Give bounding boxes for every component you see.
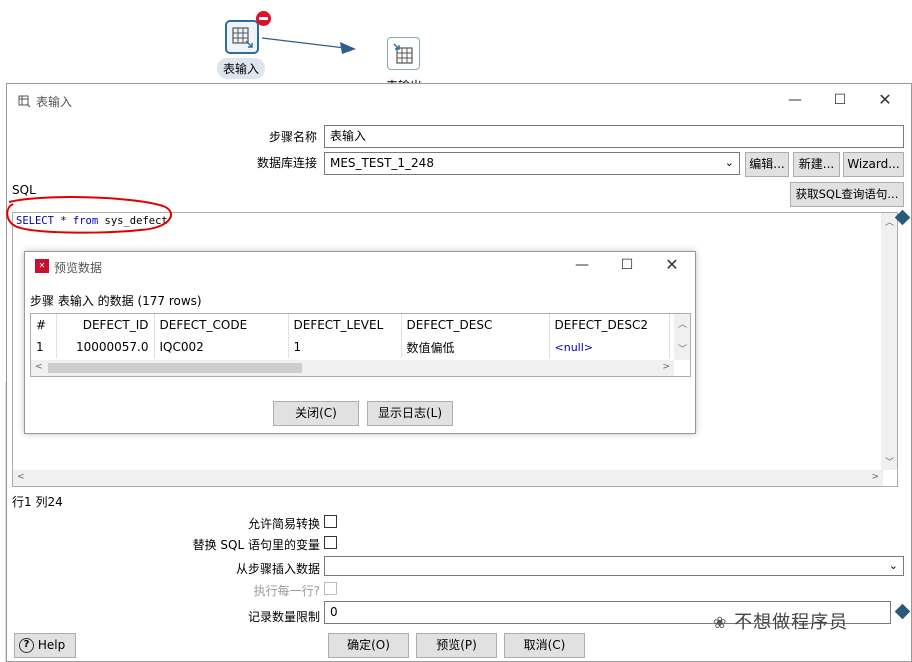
column-header[interactable]: DEFECT_CODE xyxy=(154,314,289,336)
kettle-logo-icon: ✕ xyxy=(35,259,49,273)
watermark-text: 不想做程序员 xyxy=(734,612,849,633)
hop-arrow xyxy=(261,37,356,54)
variable-diamond-icon xyxy=(894,603,911,620)
table-row[interactable]: 1 10000057.0 IQC002 1 数值偏低 <null> xyxy=(31,336,670,358)
chevron-down-icon: ⌄ xyxy=(888,559,898,572)
table-output-step[interactable] xyxy=(387,37,420,70)
insert-from-step-label: 从步骤插入数据 xyxy=(235,562,320,576)
new-connection-button[interactable]: 新建... xyxy=(793,152,840,177)
step-name-label: 步骤名称 xyxy=(268,130,317,144)
help-label: Help xyxy=(37,638,66,652)
insert-from-step-select[interactable]: ⌄ xyxy=(324,556,904,576)
scrollbar-thumb[interactable] xyxy=(48,363,302,373)
table-cell: 1 xyxy=(31,336,57,358)
ok-button[interactable]: 确定(O) xyxy=(328,633,409,658)
column-header[interactable]: DEFECT_LEVEL xyxy=(288,314,402,336)
preview-maximize-button[interactable]: ☐ xyxy=(617,255,637,275)
step2-label: 表输出 xyxy=(380,73,428,83)
table-input-dialog: 表输入 — ☐ ✕ 步骤名称 表输入 数据库连接 MES_TEST_1_248 … xyxy=(6,83,912,662)
scroll-down-icon[interactable]: ﹀ xyxy=(885,455,894,468)
preview-minimize-button[interactable]: — xyxy=(572,255,592,275)
table-input-icon xyxy=(232,27,253,48)
red-annotation-circle xyxy=(6,196,173,234)
preview-grid: # DEFECT_ID DEFECT_CODE DEFECT_LEVEL DEF… xyxy=(30,313,691,377)
allow-lazy-conversion-checkbox[interactable] xyxy=(324,515,337,528)
scroll-up-icon[interactable]: ︿ xyxy=(678,317,687,330)
wizard-button[interactable]: Wizard... xyxy=(843,152,904,177)
column-header[interactable]: DEFECT_ID xyxy=(56,314,155,336)
replace-variables-label: 替换 SQL 语句里的变量 xyxy=(192,538,320,552)
chevron-down-icon: ⌄ xyxy=(724,156,734,169)
dialog-titlebar: 表输入 — ☐ ✕ xyxy=(7,84,911,118)
get-sql-button[interactable]: 获取SQL查询语句... xyxy=(790,182,904,207)
sql-vertical-scrollbar[interactable]: ︿ ﹀ xyxy=(881,213,897,470)
close-button[interactable]: ✕ xyxy=(875,90,895,110)
replace-variables-checkbox[interactable] xyxy=(324,536,337,549)
edit-connection-button[interactable]: 编辑... xyxy=(745,152,789,177)
sql-horizontal-scrollbar[interactable]: < > xyxy=(13,470,883,486)
scroll-down-icon[interactable]: ﹀ xyxy=(678,342,687,355)
help-button[interactable]: ? Help xyxy=(14,633,76,658)
table-cell: 1 xyxy=(288,336,402,358)
preview-horizontal-scrollbar[interactable]: < > xyxy=(31,360,674,376)
limit-label: 记录数量限制 xyxy=(247,610,320,624)
db-connection-label: 数据库连接 xyxy=(256,156,317,170)
preview-vertical-scrollbar[interactable]: ︿ ﹀ xyxy=(674,314,690,360)
table-input-small-icon xyxy=(18,95,31,108)
table-header-row: # DEFECT_ID DEFECT_CODE DEFECT_LEVEL DEF… xyxy=(31,314,670,336)
preview-close-action-button[interactable]: 关闭(C) xyxy=(273,401,359,426)
cancel-button[interactable]: 取消(C) xyxy=(504,633,585,658)
maximize-button[interactable]: ☐ xyxy=(830,90,850,110)
minimize-button[interactable]: — xyxy=(785,90,805,110)
preview-close-button[interactable]: ✕ xyxy=(662,255,682,275)
help-icon: ? xyxy=(19,638,34,653)
dialog-title: 表输入 xyxy=(36,95,73,109)
allow-lazy-conversion-label: 允许简易转换 xyxy=(247,517,320,531)
step1-label: 表输入 xyxy=(217,58,266,79)
column-header[interactable]: DEFECT_DESC2 xyxy=(549,314,670,336)
table-cell: IQC002 xyxy=(154,336,289,358)
watermark: ❀ 不想做程序员 xyxy=(713,608,848,634)
scroll-up-icon[interactable]: ︿ xyxy=(885,215,894,228)
execute-each-row-label: 执行每一行? xyxy=(253,584,320,598)
preview-table: # DEFECT_ID DEFECT_CODE DEFECT_LEVEL DEF… xyxy=(31,314,670,358)
db-connection-value: MES_TEST_1_248 xyxy=(330,156,434,170)
table-cell: <null> xyxy=(549,336,670,358)
show-log-button[interactable]: 显示日志(L) xyxy=(367,401,453,426)
table-output-icon xyxy=(393,43,413,64)
table-cell: 10000057.0 xyxy=(56,336,155,358)
error-badge-icon xyxy=(256,11,271,26)
scroll-right-icon[interactable]: > xyxy=(662,362,670,372)
db-connection-select[interactable]: MES_TEST_1_248 ⌄ xyxy=(324,152,740,175)
step-name-input[interactable]: 表输入 xyxy=(324,125,904,148)
column-header[interactable]: DEFECT_DESC xyxy=(401,314,550,336)
scroll-right-icon[interactable]: > xyxy=(871,472,879,482)
column-header[interactable]: # xyxy=(31,314,57,336)
wechat-icon: ❀ xyxy=(713,613,728,632)
scroll-left-icon[interactable]: < xyxy=(35,362,43,372)
execute-each-row-checkbox[interactable] xyxy=(324,582,337,595)
preview-caption: 步骤 表输入 的数据 (177 rows) xyxy=(30,294,202,308)
table-cell: 数值偏低 xyxy=(401,336,550,358)
preview-button[interactable]: 预览(P) xyxy=(416,633,497,658)
table-input-step[interactable] xyxy=(225,20,259,54)
preview-title: 预览数据 xyxy=(54,261,103,275)
scroll-left-icon[interactable]: < xyxy=(17,472,25,482)
preview-data-dialog: ✕ 预览数据 — ☐ ✕ 步骤 表输入 的数据 (177 rows) # DEF… xyxy=(24,251,696,434)
cursor-position-status: 行1 列24 xyxy=(12,495,63,509)
